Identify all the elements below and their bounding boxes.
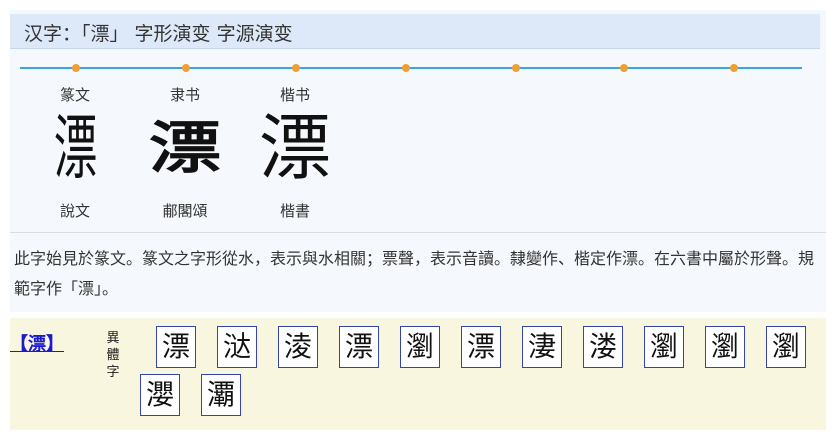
glyph-seal-script: 漂 <box>53 107 97 189</box>
variant-char-box[interactable]: 漂 <box>461 326 501 368</box>
variant-char-box[interactable]: 淩 <box>278 326 318 368</box>
divider <box>10 232 826 233</box>
variant-char-box[interactable]: 瀏 <box>705 326 745 368</box>
source-label: 郙閣頌 <box>162 202 208 220</box>
timeline-dot <box>512 64 520 72</box>
glyph-regular-script: 漂 <box>258 106 331 190</box>
source-label: 楷書 <box>279 202 310 220</box>
timeline-dot <box>402 64 410 72</box>
variant-char-box[interactable]: 淒 <box>522 326 562 368</box>
timeline <box>20 60 815 76</box>
era-label-seal: 篆文 <box>59 86 90 104</box>
timeline-dot <box>182 64 190 72</box>
variant-char-box[interactable]: 㳠 <box>217 326 257 368</box>
timeline-line <box>20 67 802 69</box>
timeline-dot <box>292 64 300 72</box>
era-label-clerical: 隶书 <box>169 86 200 104</box>
variant-char-box[interactable]: 瀏 <box>766 326 806 368</box>
title-bar: 汉字：「漂」 字形演变 字源演变 <box>10 14 820 49</box>
timeline-dot <box>620 64 628 72</box>
etymology-description: 此字始見於篆文。篆文之字形從水，表示與水相關；票聲，表示音讀。隸變作、楷定作漂。… <box>14 249 815 298</box>
variant-char-box[interactable]: 瀏 <box>400 326 440 368</box>
variant-char-box[interactable]: 溇 <box>583 326 623 368</box>
variant-label: 異體字 <box>106 331 120 380</box>
variant-char-box[interactable]: 漂 <box>339 326 379 368</box>
variant-char-box[interactable]: 瀴 <box>140 374 180 416</box>
glyph-clerical-script: 漂 <box>148 114 221 181</box>
source-label: 說文 <box>59 202 90 220</box>
variants-section: 【漂】 異體字 漂㳠淩漂瀏漂淒溇瀏瀏瀏瀴㶚 <box>10 318 826 430</box>
variant-heading-link[interactable]: 【漂】 <box>10 330 64 356</box>
timeline-dot <box>72 64 80 72</box>
era-label-regular: 楷书 <box>279 86 310 104</box>
timeline-dot <box>730 64 738 72</box>
variant-char-box[interactable]: 瀏 <box>644 326 684 368</box>
variant-char-box[interactable]: 漂 <box>156 326 196 368</box>
variant-char-box[interactable]: 㶚 <box>201 374 241 416</box>
page-title: 汉字：「漂」 字形演变 字源演变 <box>24 23 293 45</box>
